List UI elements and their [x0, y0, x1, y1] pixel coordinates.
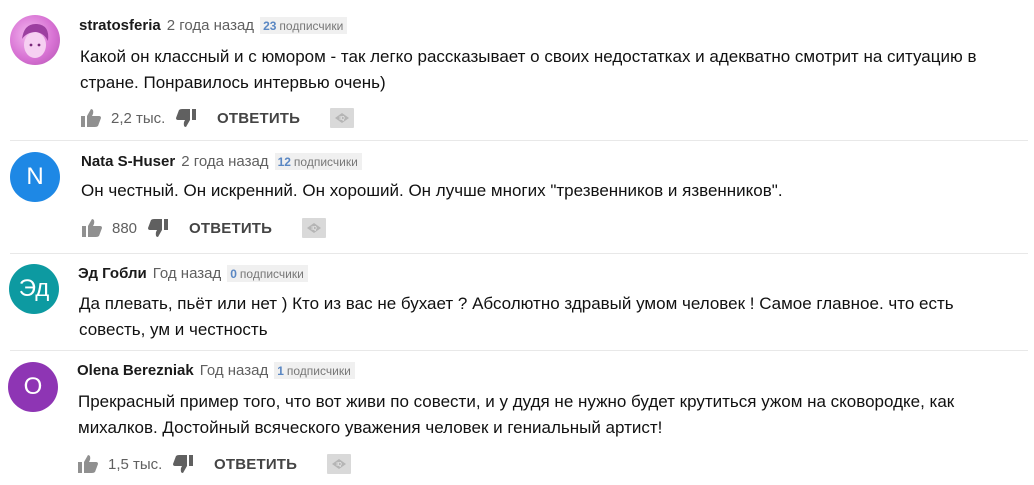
comment-text: Прекрасный пример того, что вот живи по …: [78, 392, 955, 437]
like-count: 880: [112, 219, 138, 237]
svg-text:IQ: IQ: [340, 116, 345, 122]
subscriber-count: 0: [230, 266, 237, 281]
subscriber-count: 12: [277, 154, 291, 169]
author-name[interactable]: Эд Гобли: [78, 265, 147, 282]
subscriber-count: 23: [263, 18, 277, 33]
subscriber-label: подписчики: [279, 18, 344, 33]
subscriber-label: подписчики: [286, 363, 351, 378]
dislike-icon[interactable]: [172, 453, 194, 475]
like-icon[interactable]: [80, 107, 102, 129]
reply-button[interactable]: ОТВЕТИТЬ: [189, 220, 272, 237]
subscriber-badge: 1 подписчики: [274, 362, 355, 379]
author-name[interactable]: Nata S-Huser: [81, 153, 175, 170]
dislike-icon[interactable]: [175, 107, 197, 129]
reputation-widget-icon[interactable]: IQ: [330, 108, 355, 128]
avatar-letter: N: [26, 163, 44, 190]
dislike-icon[interactable]: [147, 217, 169, 239]
like-count: 2,2 тыс.: [111, 109, 166, 127]
comment-time[interactable]: Год назад: [200, 362, 268, 379]
avatar-letter: O: [23, 373, 43, 400]
subscriber-badge: 0 подписчики: [227, 265, 308, 282]
avatar-letter: Эд: [18, 275, 50, 302]
comment-text: Да плевать, пьёт или нет ) Кто из вас не…: [79, 294, 954, 339]
comment-time[interactable]: 2 года назад: [181, 153, 268, 170]
subscriber-label: подписчики: [293, 154, 358, 169]
subscriber-badge: 12 подписчики: [274, 153, 362, 170]
reputation-widget-icon[interactable]: IQ: [327, 454, 352, 474]
comment-text: Какой он классный и с юмором - так легко…: [80, 47, 977, 92]
svg-text:IQ: IQ: [337, 462, 342, 468]
like-count: 1,5 тыс.: [108, 455, 163, 473]
comment-time[interactable]: 2 года назад: [167, 17, 254, 34]
svg-text:IQ: IQ: [312, 226, 317, 232]
reply-button[interactable]: ОТВЕТИТЬ: [217, 110, 300, 127]
avatar-photo-icon: [22, 23, 49, 58]
author-name[interactable]: stratosferia: [79, 17, 161, 34]
comment-divider: [10, 350, 1028, 351]
avatar[interactable]: Эд: [9, 264, 59, 314]
comment-time[interactable]: Год назад: [153, 265, 221, 282]
like-icon[interactable]: [77, 453, 99, 475]
comment-text: Он честный. Он искренний. Он хороший. Он…: [81, 181, 783, 200]
subscriber-badge: 23 подписчики: [260, 17, 348, 34]
comment-divider: [10, 253, 1028, 254]
reply-button[interactable]: ОТВЕТИТЬ: [214, 456, 297, 473]
author-name[interactable]: Olena Berezniak: [77, 362, 194, 379]
reputation-widget-icon[interactable]: IQ: [302, 218, 327, 238]
like-icon[interactable]: [81, 217, 103, 239]
avatar[interactable]: N: [10, 152, 60, 202]
subscriber-label: подписчики: [239, 266, 304, 281]
comment-divider: [10, 140, 1028, 141]
subscriber-count: 1: [277, 363, 284, 378]
avatar[interactable]: [10, 15, 60, 65]
avatar[interactable]: O: [8, 362, 58, 412]
